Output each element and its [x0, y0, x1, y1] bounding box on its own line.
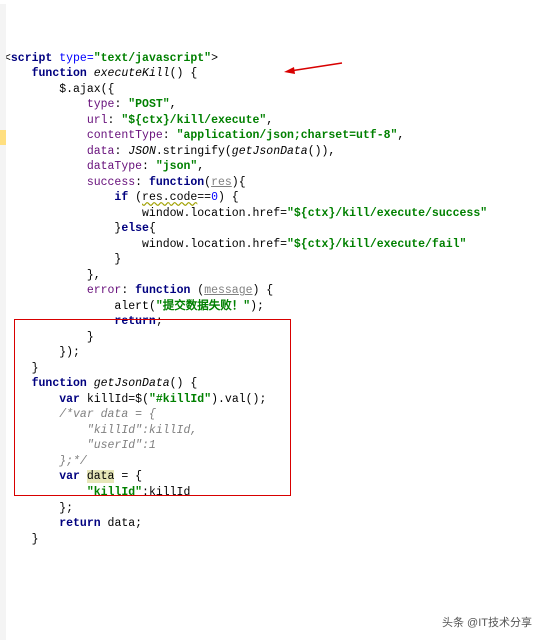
- fn-executeKill: executeKill: [94, 67, 170, 80]
- href-success: "${ctx}/kill/execute/success": [287, 207, 487, 220]
- fn-getJsonData: getJsonData: [94, 377, 170, 390]
- gutter-marker: [0, 130, 6, 145]
- ajax-url: "${ctx}/kill/execute": [121, 114, 266, 127]
- href-fail: "${ctx}/kill/execute/fail": [287, 238, 466, 251]
- alert-msg: "提交数据失败！": [156, 300, 250, 313]
- comment-block: /*var data = {: [59, 408, 156, 421]
- watermark: 头条 @IT技术分享: [438, 615, 536, 632]
- gutter: [0, 4, 6, 640]
- code-editor: <script type="text/javascript"> function…: [4, 4, 546, 640]
- arrow-annotation: [284, 59, 344, 77]
- script-type: "text/javascript": [94, 52, 211, 65]
- data-var: data: [87, 470, 115, 483]
